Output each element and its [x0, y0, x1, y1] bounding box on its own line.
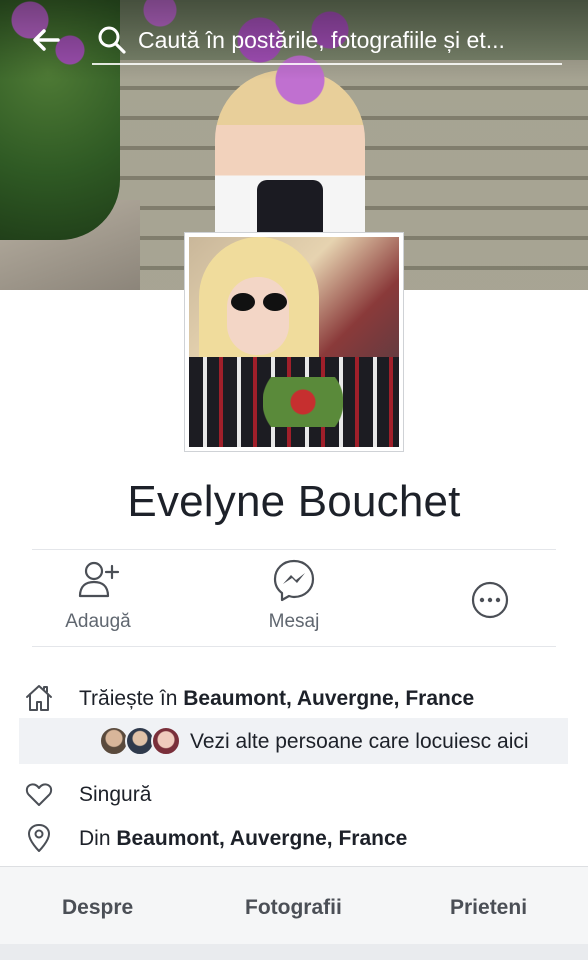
info-lives-in: Trăiește în Beaumont, Auvergne, France — [0, 679, 588, 719]
back-arrow-glyph — [33, 29, 60, 51]
lives-in-text: Trăiește în Beaumont, Auvergne, France — [79, 685, 474, 713]
from-place[interactable]: Beaumont, Auvergne, France — [116, 827, 407, 850]
heart-icon — [25, 783, 53, 806]
resident-avatars — [99, 726, 183, 756]
profile-face — [227, 277, 289, 355]
search-icon[interactable] — [96, 24, 128, 56]
search-input[interactable]: Caută în postările, fotografiile și et..… — [138, 25, 558, 55]
tab-about[interactable]: Despre — [62, 895, 133, 921]
lives-in-prefix: Trăiește în — [79, 687, 184, 710]
tab-photos[interactable]: Fotografii — [245, 895, 342, 921]
lives-in-place[interactable]: Beaumont, Auvergne, France — [183, 687, 474, 710]
add-friend-icon — [78, 561, 120, 598]
search-underline — [92, 63, 562, 65]
location-pin-icon — [28, 824, 50, 852]
tab-friends[interactable]: Prieteni — [450, 895, 527, 921]
message-button[interactable]: Mesaj — [219, 558, 369, 644]
more-options-icon — [471, 581, 509, 619]
profile-picture[interactable] — [184, 232, 404, 452]
from-prefix: Din — [79, 827, 117, 850]
profile-sunglasses — [229, 293, 289, 311]
divider-top — [32, 549, 556, 550]
relationship-status: Singură — [79, 783, 152, 806]
from-text: Din Beaumont, Auvergne, France — [79, 825, 407, 853]
profile-actions: Adaugă Mesaj — [0, 558, 588, 644]
info-from: Din Beaumont, Auvergne, France — [0, 819, 588, 859]
add-friend-label: Adaugă — [65, 611, 131, 632]
profile-name: Evelyne Bouchet — [127, 477, 461, 526]
people-living-here-link[interactable]: Vezi alte persoane care locuiesc aici — [19, 718, 568, 764]
avatar — [151, 726, 181, 756]
profile-tabs: Despre Fotografii Prieteni — [0, 866, 588, 946]
bottom-strip — [0, 944, 588, 960]
people-living-here-text: Vezi alte persoane care locuiesc aici — [190, 730, 529, 753]
messenger-icon — [273, 559, 315, 602]
search-header: Caută în postările, fotografiile și et..… — [0, 0, 588, 80]
search-glyph — [98, 26, 126, 54]
back-arrow-icon[interactable] — [28, 22, 64, 58]
profile-bouquet — [263, 377, 343, 427]
info-relationship: Singură — [0, 775, 588, 815]
profile-picture-image — [189, 237, 399, 447]
message-label: Mesaj — [268, 611, 320, 632]
add-friend-button[interactable]: Adaugă — [23, 558, 173, 644]
home-icon — [26, 685, 52, 711]
more-options-button[interactable] — [415, 558, 565, 644]
divider-bottom — [32, 646, 556, 647]
